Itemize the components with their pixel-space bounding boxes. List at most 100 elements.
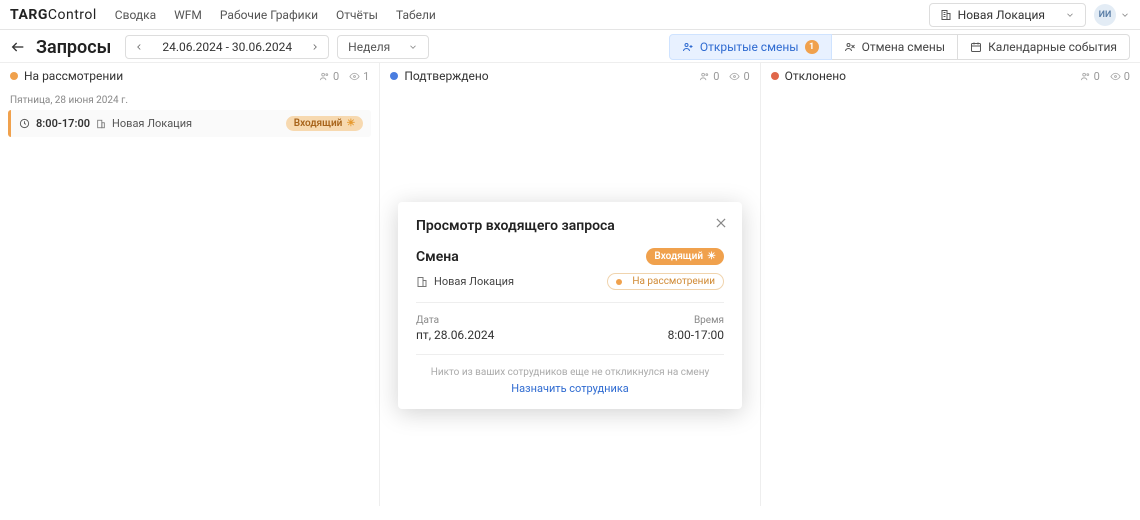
- open-shifts-button[interactable]: Открытые смены 1: [669, 34, 832, 60]
- modal-date-label: Дата: [416, 315, 494, 326]
- building-icon: [96, 119, 106, 129]
- prev-range-button[interactable]: [126, 38, 152, 56]
- eye-icon: [1110, 71, 1121, 82]
- page-toolbar: Запросы 24.06.2024 - 30.06.2024 Неделя О…: [0, 30, 1140, 62]
- stat-eye-value: 0: [1124, 70, 1130, 83]
- nav-timesheets[interactable]: Табели: [396, 8, 436, 22]
- logo-strong: TARG: [10, 7, 48, 23]
- nav-summary[interactable]: Сводка: [115, 8, 156, 22]
- shift-card[interactable]: 8:00-17:00 Новая Локация Входящий ☀: [8, 110, 371, 137]
- chevron-down-icon: [1120, 10, 1130, 20]
- modal-section-title: Смена: [416, 249, 459, 265]
- modal-status-pill: На рассмотрении: [607, 273, 724, 290]
- location-picker-label: Новая Локация: [958, 8, 1045, 22]
- open-shifts-label: Открытые смены: [700, 40, 799, 54]
- column-approved-title: Подтверждено: [404, 69, 488, 83]
- people-icon: [1080, 71, 1091, 82]
- back-arrow-icon[interactable]: [10, 39, 26, 55]
- date-range-nav: 24.06.2024 - 30.06.2024: [125, 35, 329, 59]
- modal-location-label: Новая Локация: [434, 275, 514, 288]
- logo-thin: Control: [48, 7, 97, 23]
- chevron-down-icon: [1065, 10, 1075, 20]
- status-dot-approved-icon: [390, 72, 398, 80]
- cancel-shift-label: Отмена смены: [862, 40, 946, 54]
- column-approved-header: Подтверждено 0 0: [380, 63, 759, 89]
- cancel-shift-button[interactable]: Отмена смены: [832, 34, 959, 60]
- modal-title: Просмотр входящего запроса: [416, 218, 724, 234]
- eye-icon: [729, 71, 740, 82]
- modal-status-label: На рассмотрении: [632, 276, 715, 287]
- status-dot-icon: [616, 279, 622, 285]
- next-range-button[interactable]: [302, 38, 328, 56]
- stat-people-value: 0: [333, 70, 339, 83]
- nav-reports[interactable]: Отчёты: [336, 8, 378, 22]
- toolbar-right: Открытые смены 1 Отмена смены Календарны…: [669, 34, 1130, 60]
- app-logo: TARGControl: [10, 7, 97, 23]
- people-icon: [699, 71, 710, 82]
- column-approved-stats: 0 0: [699, 70, 749, 83]
- page-title: Запросы: [36, 37, 111, 58]
- column-pending-header: На рассмотрении 0 1: [0, 63, 379, 89]
- modal-date-value: пт, 28.06.2024: [416, 328, 494, 342]
- nav-wfm[interactable]: WFM: [174, 8, 202, 22]
- column-pending-stats: 0 1: [319, 70, 369, 83]
- stat-eye-value: 1: [363, 70, 369, 83]
- top-bar: TARGControl Сводка WFM Рабочие Графики О…: [0, 0, 1140, 30]
- request-modal: Просмотр входящего запроса Смена Входящи…: [398, 202, 742, 409]
- stat-eye-value: 0: [743, 70, 749, 83]
- stat-people: 0: [699, 70, 719, 83]
- close-icon[interactable]: [714, 216, 728, 230]
- modal-empty-text: Никто из ваших сотрудников еще не отклик…: [416, 367, 724, 378]
- stat-people-value: 0: [1094, 70, 1100, 83]
- column-rejected-stats: 0 0: [1080, 70, 1130, 83]
- column-rejected-header: Отклонено 0 0: [761, 63, 1140, 89]
- calendar-icon: [970, 41, 982, 53]
- building-icon: [940, 9, 952, 21]
- modal-location-row: Новая Локация На рассмотрении: [416, 273, 724, 290]
- chevron-down-icon: [408, 42, 418, 52]
- column-pending-title: На рассмотрении: [24, 69, 123, 83]
- incoming-badge: Входящий ☀: [286, 116, 364, 131]
- building-icon: [416, 276, 428, 288]
- stat-people-value: 0: [713, 70, 719, 83]
- modal-incoming-pill-label: Входящий: [654, 251, 703, 262]
- nav-schedules[interactable]: Рабочие Графики: [220, 8, 318, 22]
- open-shifts-icon: [682, 41, 694, 53]
- column-rejected-body: [761, 89, 1140, 506]
- stat-eye: 0: [1110, 70, 1130, 83]
- modal-subheader: Смена Входящий ☀: [416, 248, 724, 265]
- shift-card-time: 8:00-17:00: [36, 117, 90, 130]
- modal-time-label: Время: [668, 315, 724, 326]
- divider: [416, 302, 724, 303]
- stat-people: 0: [1080, 70, 1100, 83]
- assign-employee-link[interactable]: Назначить сотрудника: [416, 382, 724, 395]
- status-dot-pending-icon: [10, 72, 18, 80]
- day-group-label: Пятница, 28 июня 2024 г.: [10, 95, 369, 106]
- shift-card-location: Новая Локация: [112, 117, 192, 130]
- location-picker[interactable]: Новая Локация: [929, 3, 1086, 27]
- modal-time-value: 8:00-17:00: [668, 328, 724, 342]
- avatar: ИИ: [1094, 4, 1116, 26]
- stat-eye: 0: [729, 70, 749, 83]
- divider: [416, 354, 724, 355]
- status-dot-rejected-icon: [771, 72, 779, 80]
- cancel-shift-icon: [844, 41, 856, 53]
- column-rejected: Отклонено 0 0: [761, 63, 1140, 506]
- modal-incoming-pill: Входящий ☀: [646, 248, 724, 265]
- period-select-label: Неделя: [348, 40, 390, 54]
- column-rejected-title: Отклонено: [785, 69, 846, 83]
- calendar-events-label: Календарные события: [988, 40, 1117, 54]
- stat-people: 0: [319, 70, 339, 83]
- primary-nav: Сводка WFM Рабочие Графики Отчёты Табели: [115, 8, 436, 22]
- modal-date-field: Дата пт, 28.06.2024: [416, 315, 494, 342]
- column-pending-body: Пятница, 28 июня 2024 г. 8:00-17:00 Нова…: [0, 89, 379, 506]
- calendar-events-button[interactable]: Календарные события: [958, 34, 1130, 60]
- date-range-label[interactable]: 24.06.2024 - 30.06.2024: [152, 36, 302, 58]
- people-icon: [319, 71, 330, 82]
- user-menu[interactable]: ИИ: [1094, 4, 1130, 26]
- column-pending: На рассмотрении 0 1 Пятница, 28 июня 202…: [0, 63, 380, 506]
- sun-icon: ☀: [707, 251, 716, 262]
- period-select[interactable]: Неделя: [337, 35, 429, 59]
- modal-details-row: Дата пт, 28.06.2024 Время 8:00-17:00: [416, 315, 724, 342]
- sun-icon: ☀: [346, 118, 355, 129]
